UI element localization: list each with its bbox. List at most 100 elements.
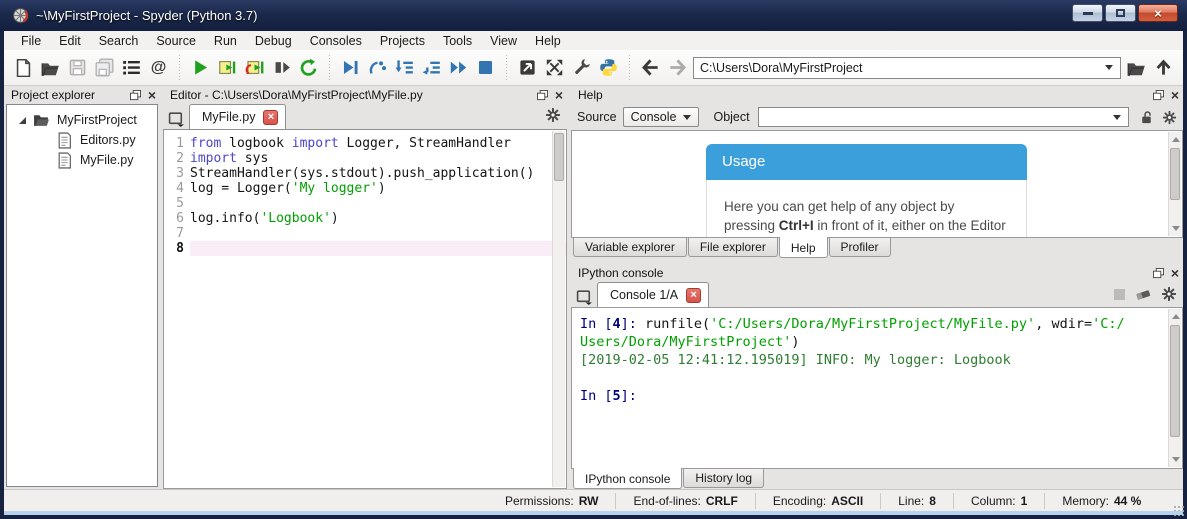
line-number: 2 <box>164 151 190 166</box>
tree-item-myfile-py[interactable]: MyFile.py <box>7 150 157 170</box>
browse-tabs-icon <box>576 288 593 305</box>
browse-tabs-icon <box>168 110 185 127</box>
run-cell-advance-button[interactable] <box>241 54 268 81</box>
gear-icon[interactable] <box>1162 110 1177 125</box>
tree-item-editors-py[interactable]: Editors.py <box>7 130 157 150</box>
interrupt-kernel-icon[interactable] <box>1114 289 1125 300</box>
menu-debug[interactable]: Debug <box>246 32 301 50</box>
parent-dir-button[interactable] <box>1150 54 1177 81</box>
stop-debug-button[interactable] <box>472 54 499 81</box>
rerun-button[interactable] <box>295 54 322 81</box>
python-path-button[interactable] <box>595 54 622 81</box>
console-output[interactable]: In [4]: runfile('C:/Users/Dora/MyFirstPr… <box>571 307 1183 469</box>
tab-ipython-console[interactable]: IPython console <box>573 468 682 489</box>
tab-variable-explorer[interactable]: Variable explorer <box>573 238 687 257</box>
project-explorer-panel: Project explorer × MyFirstProject Editor… <box>4 86 160 489</box>
close-pane-icon[interactable]: × <box>555 90 563 101</box>
tree-expand-icon[interactable] <box>19 117 26 124</box>
line-text: log.info('Logbook') <box>190 211 566 226</box>
close-pane-icon[interactable]: × <box>1171 90 1179 101</box>
project-tree: MyFirstProject Editors.py MyFile.py <box>6 104 158 487</box>
line-text: from logbook import Logger, StreamHandle… <box>190 136 566 151</box>
status-value: ASCII <box>831 494 863 508</box>
menu-help[interactable]: Help <box>526 32 570 50</box>
maximize-button[interactable] <box>1105 4 1136 22</box>
code-line: 4log = Logger('My logger') <box>164 181 566 196</box>
save-button[interactable] <box>64 54 91 81</box>
console-tab[interactable]: Console 1/A × <box>597 282 709 307</box>
browse-tabs-button[interactable] <box>571 285 597 307</box>
status-value: 44 % <box>1114 494 1141 508</box>
fullscreen-button[interactable] <box>541 54 568 81</box>
save-all-button[interactable] <box>91 54 118 81</box>
step-return-button[interactable] <box>418 54 445 81</box>
code-editor[interactable]: 1from logbook import Logger, StreamHandl… <box>163 129 567 489</box>
maximize-icon <box>1116 9 1125 17</box>
scrollbar-thumb[interactable] <box>1170 325 1180 437</box>
menu-consoles[interactable]: Consoles <box>301 32 371 50</box>
eraser-icon[interactable] <box>1135 286 1151 302</box>
file-switcher-button[interactable] <box>118 54 145 81</box>
tab-file-explorer[interactable]: File explorer <box>688 238 778 257</box>
close-button[interactable]: × <box>1138 4 1178 22</box>
symbol-finder-button[interactable]: @ <box>145 54 172 81</box>
forward-button[interactable] <box>664 54 691 81</box>
run-file-button[interactable] <box>187 54 214 81</box>
editor-options-button[interactable] <box>545 107 561 126</box>
minimize-button[interactable] <box>1072 4 1103 22</box>
menu-view[interactable]: View <box>481 32 526 50</box>
scroll-up-icon[interactable] <box>1172 314 1180 319</box>
menu-search[interactable]: Search <box>90 32 148 50</box>
debug-file-button[interactable] <box>337 54 364 81</box>
float-pane-icon[interactable] <box>537 90 548 101</box>
open-file-button[interactable] <box>37 54 64 81</box>
menu-run[interactable]: Run <box>205 32 246 50</box>
scroll-up-icon[interactable] <box>1172 137 1180 142</box>
close-tab-icon[interactable]: × <box>263 110 278 125</box>
close-tab-icon[interactable]: × <box>686 288 701 303</box>
workdir-value: C:\Users\Dora\MyFirstProject <box>694 61 1098 75</box>
lock-icon[interactable] <box>1139 110 1154 125</box>
debug-cell-button[interactable] <box>364 54 391 81</box>
float-pane-icon[interactable] <box>1153 90 1164 101</box>
tab-history-log[interactable]: History log <box>683 469 764 488</box>
menu-file[interactable]: File <box>12 32 50 50</box>
menu-edit[interactable]: Edit <box>50 32 90 50</box>
menu-projects[interactable]: Projects <box>371 32 434 50</box>
new-file-button[interactable] <box>10 54 37 81</box>
workdir-combobox[interactable]: C:\Users\Dora\MyFirstProject <box>693 57 1121 79</box>
tab-help[interactable]: Help <box>779 237 828 258</box>
float-pane-icon[interactable] <box>130 90 141 101</box>
back-button[interactable] <box>637 54 664 81</box>
tree-item-label: MyFile.py <box>80 153 133 167</box>
status-value: 1 <box>1021 494 1028 508</box>
scrollbar-thumb[interactable] <box>554 133 564 181</box>
object-combobox[interactable] <box>758 107 1129 127</box>
gear-icon[interactable] <box>1161 286 1177 302</box>
close-pane-icon[interactable]: × <box>1171 268 1179 279</box>
browse-tabs-button[interactable] <box>163 107 189 129</box>
toolbar-separator <box>503 55 510 80</box>
source-combobox[interactable]: Console <box>623 107 700 127</box>
menu-source[interactable]: Source <box>147 32 205 50</box>
maximize-pane-button[interactable] <box>514 54 541 81</box>
source-value: Console <box>631 110 677 124</box>
tree-item-project-root[interactable]: MyFirstProject <box>7 110 157 130</box>
browse-workdir-button[interactable] <box>1123 54 1150 81</box>
editor-scrollbar[interactable] <box>552 131 565 487</box>
editor-tab-myfile[interactable]: MyFile.py × <box>189 104 286 129</box>
scrollbar-thumb[interactable] <box>1170 148 1180 200</box>
run-cell-button[interactable] <box>214 54 241 81</box>
step-into-button[interactable] <box>391 54 418 81</box>
continue-button[interactable] <box>445 54 472 81</box>
console-scrollbar[interactable] <box>1168 309 1181 467</box>
preferences-wrench-button[interactable] <box>568 54 595 81</box>
float-pane-icon[interactable] <box>1153 268 1164 279</box>
scroll-down-icon[interactable] <box>1172 457 1180 462</box>
menu-tools[interactable]: Tools <box>434 32 481 50</box>
tab-profiler[interactable]: Profiler <box>829 238 891 257</box>
help-scrollbar[interactable] <box>1168 132 1181 236</box>
close-pane-icon[interactable]: × <box>148 90 156 101</box>
run-selection-button[interactable] <box>268 54 295 81</box>
scroll-down-icon[interactable] <box>1172 226 1180 231</box>
